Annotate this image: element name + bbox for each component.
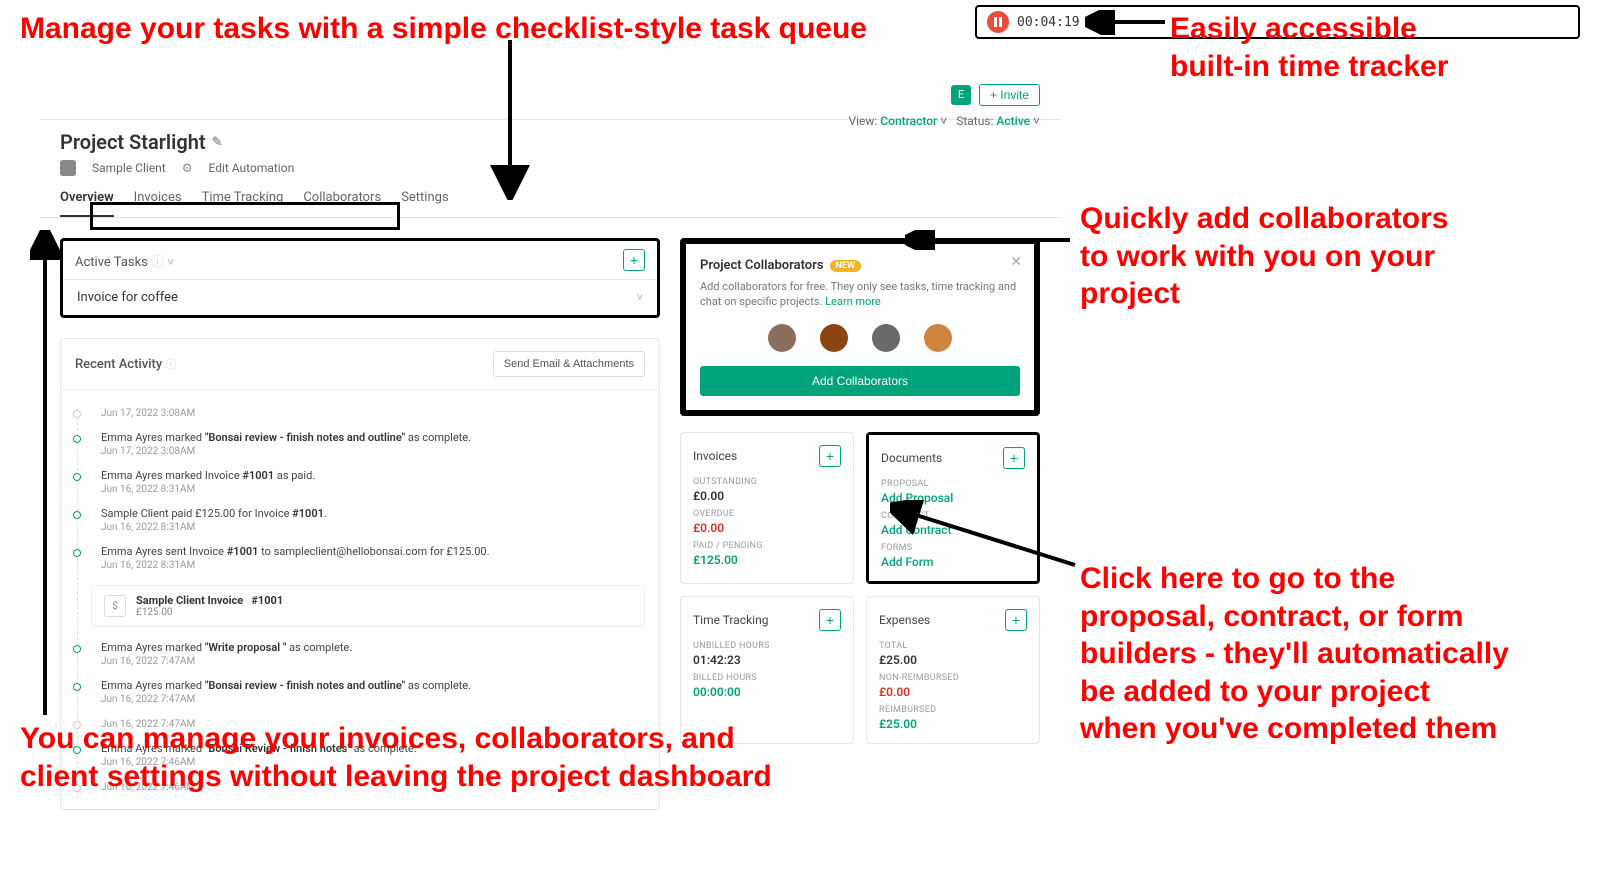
activity-item: Emma Ayres marked "Write proposal " as c… [91,635,645,673]
activity-title: Recent Activity [75,357,162,372]
activity-invoice-card[interactable]: $Sample Client Invoice #1001£125.00 [91,585,645,627]
learn-more-link[interactable]: Learn more [825,295,881,308]
paid-label: PAID / PENDING [693,541,841,551]
project-dashboard: E + Invite Project Starlight ✎ Sample Cl… [40,70,1060,690]
status-value[interactable]: Active [996,114,1030,128]
activity-item: Jun 17, 2022 3:08AM [91,400,645,425]
nonreimb-value: £0.00 [879,685,1027,699]
collab-title: Project Collaborators [700,258,824,273]
unbilled-value: 01:42:23 [693,653,841,667]
send-email-button[interactable]: Send Email & Attachments [493,351,645,377]
close-icon[interactable]: ✕ [1010,254,1022,270]
invoice-icon: $ [104,595,126,617]
tabs: Overview Invoices Time Tracking Collabor… [40,190,1060,218]
activity-item: Sample Client paid £125.00 for Invoice #… [91,501,645,539]
avatar [924,324,952,352]
new-badge: NEW [830,260,861,272]
outstanding-value: £0.00 [693,489,841,503]
client-avatar-icon [60,160,76,176]
invite-button[interactable]: + Invite [979,84,1040,106]
collaborators-panel: ✕ Project Collaborators NEW Add collabor… [680,238,1040,416]
proposal-label: PROPOSAL [881,479,1025,489]
add-expense-button[interactable]: + [1005,609,1027,631]
tab-time-tracking[interactable]: Time Tracking [202,190,284,217]
activity-item: Emma Ayres marked Invoice #1001 as paid.… [91,463,645,501]
invoices-title: Invoices [693,449,737,463]
activity-item: Emma Ayres marked "Bonsai review - finis… [91,673,645,711]
tab-settings[interactable]: Settings [401,190,448,217]
overdue-label: OVERDUE [693,509,841,519]
expenses-card: Expenses + TOTAL £25.00 NON-REIMBURSED £0… [866,596,1040,744]
tab-overview[interactable]: Overview [60,190,114,217]
info-icon[interactable]: ⓘ [165,358,176,371]
collab-description: Add collaborators for free. They only se… [700,279,1020,310]
activity-item: Emma Ayres sent Invoice #1001 to samplec… [91,539,645,577]
expenses-title: Expenses [879,613,930,627]
view-label: View: [848,114,877,128]
project-title-text: Project Starlight [60,130,206,154]
info-icon[interactable]: ⓘ [151,255,164,270]
view-status: View: Contractor ˅ Status: Active ˅ [848,114,1040,128]
outstanding-label: OUTSTANDING [693,477,841,487]
arrow-docs [890,500,1080,570]
arrow-tabs [30,230,60,720]
time-title: Time Tracking [693,613,768,627]
tab-invoices[interactable]: Invoices [134,190,182,217]
edit-icon[interactable]: ✎ [212,135,223,150]
task-label: Invoice for coffee [77,290,178,305]
annotation-tabs: You can manage your invoices, collaborat… [20,720,820,795]
annotation-timer: Easily accessible built-in time tracker [1170,10,1490,85]
activity-item: Emma Ayres marked "Bonsai review - finis… [91,425,645,463]
timer-value: 00:04:19 [1017,15,1080,30]
reimb-label: REIMBURSED [879,705,1027,715]
billed-label: BILLED HOURS [693,673,841,683]
status-label: Status: [956,114,993,128]
total-value: £25.00 [879,653,1027,667]
arrow-timer [1085,10,1165,35]
edit-automation-link[interactable]: Edit Automation [209,161,295,175]
add-document-button[interactable]: + [1003,447,1025,469]
invoices-card: Invoices + OUTSTANDING £0.00 OVERDUE £0.0… [680,432,854,584]
tab-collaborators[interactable]: Collaborators [303,190,381,217]
project-header: Project Starlight ✎ Sample Client ⚙ Edit… [40,120,1060,176]
add-time-button[interactable]: + [819,609,841,631]
project-title: Project Starlight ✎ [60,130,1040,154]
user-badge[interactable]: E [951,85,971,105]
unbilled-label: UNBILLED HOURS [693,641,841,651]
add-invoice-button[interactable]: + [819,445,841,467]
avatar [872,324,900,352]
task-row[interactable]: Invoice for coffee ˅ [63,280,657,315]
annotation-tasks: Manage your tasks with a simple checklis… [20,10,867,48]
avatar [820,324,848,352]
paid-value: £125.00 [693,553,841,567]
add-task-button[interactable]: + [623,249,645,271]
nonreimb-label: NON-REIMBURSED [879,673,1027,683]
arrow-tasks [480,40,540,200]
automation-icon: ⚙ [182,161,193,175]
annotation-docs: Click here to go to the proposal, contra… [1080,560,1510,748]
view-value[interactable]: Contractor [880,114,937,128]
chevron-down-icon[interactable]: ˅ [637,291,643,304]
annotation-collab: Quickly add collaborators to work with y… [1080,200,1480,313]
active-tasks-panel: Active Tasks ⓘ ˅ + Invoice for coffee ˅ [60,238,660,318]
pause-icon[interactable] [987,11,1009,33]
documents-title: Documents [881,451,942,465]
arrow-collab [905,230,1075,250]
client-name[interactable]: Sample Client [92,161,166,175]
billed-value: 00:00:00 [693,685,841,699]
total-label: TOTAL [879,641,1027,651]
collab-avatars [700,324,1020,352]
avatar [768,324,796,352]
reimb-value: £25.00 [879,717,1027,731]
overdue-value: £0.00 [693,521,841,535]
topbar: E + Invite [40,70,1060,120]
active-tasks-title: Active Tasks [75,255,148,270]
chevron-down-icon[interactable]: ˅ [167,256,173,269]
add-collaborators-button[interactable]: Add Collaborators [700,366,1020,396]
